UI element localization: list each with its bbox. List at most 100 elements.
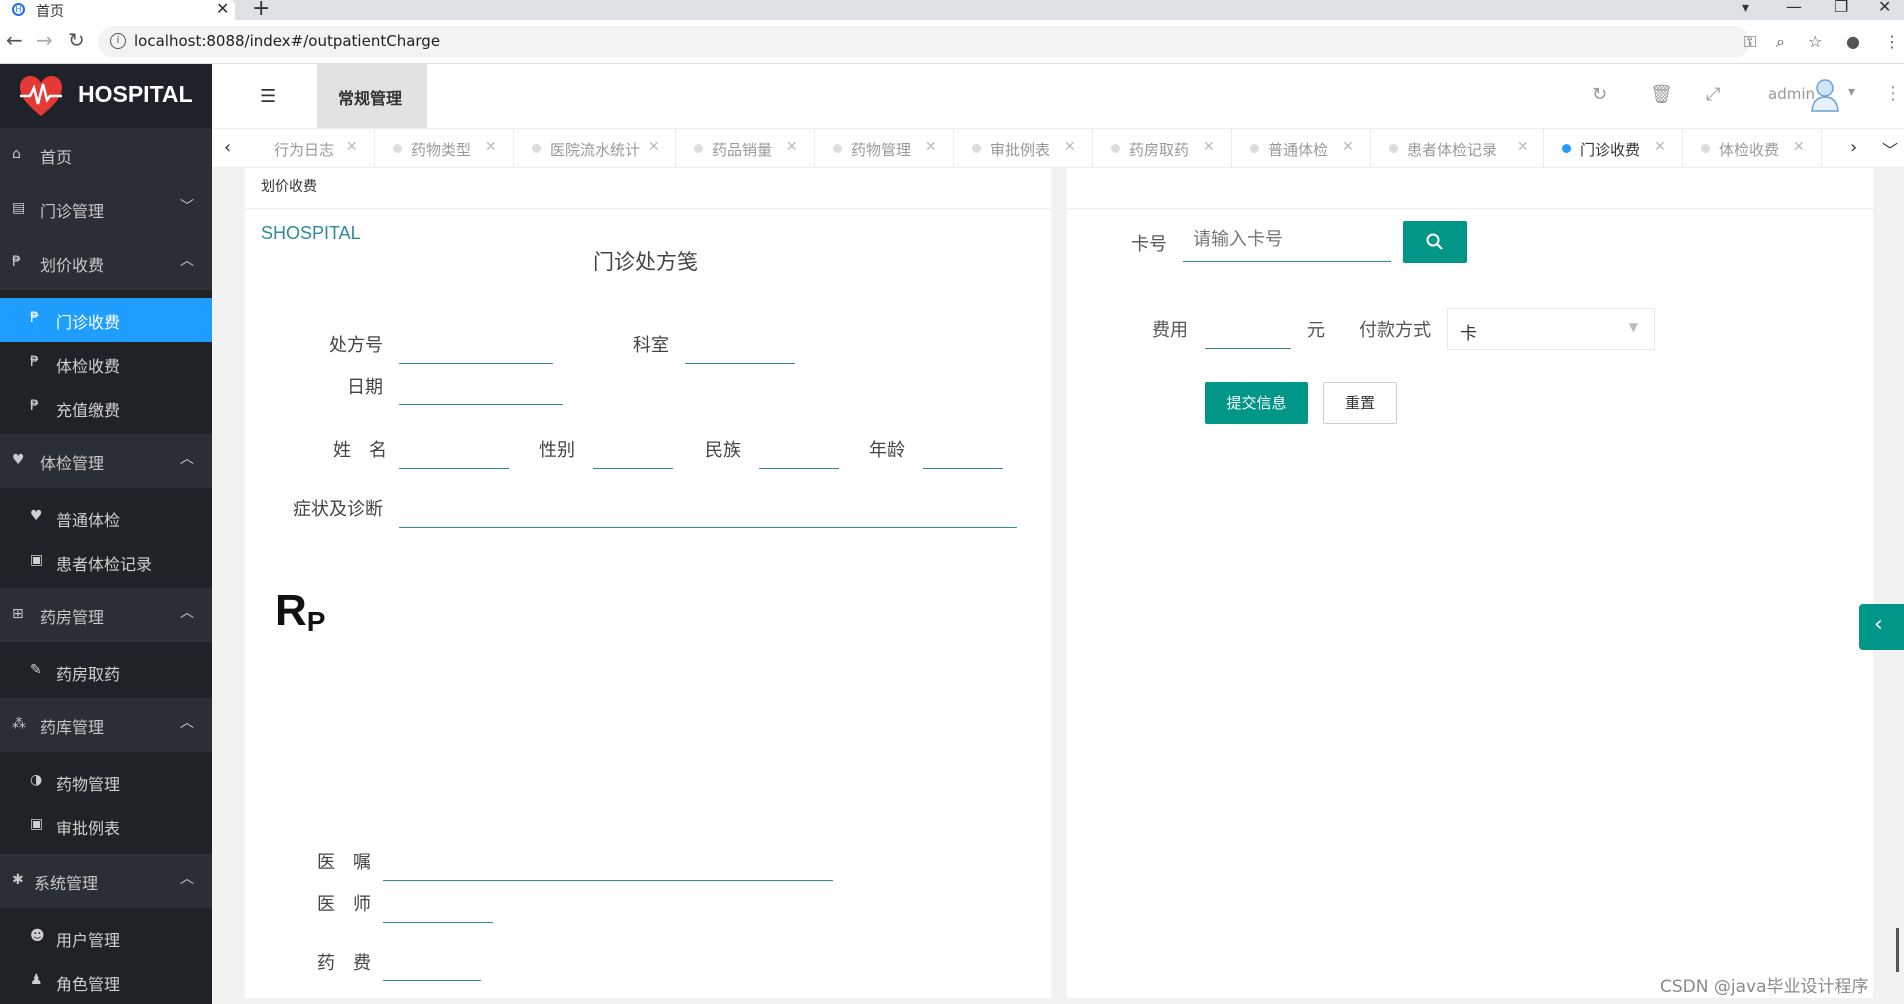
close-icon[interactable]: ✕ bbox=[346, 139, 358, 155]
submit-button[interactable]: 提交信息 bbox=[1205, 382, 1308, 424]
sidebar-group-warehouse[interactable]: ⁂ 药库管理 ︿ bbox=[0, 698, 212, 752]
tab-dot bbox=[1111, 144, 1120, 153]
zoom-icon[interactable]: ⌕ bbox=[1776, 32, 1785, 52]
browser-tab-bar: H 首页 ✕ + ▾ — ❐ ✕ bbox=[0, 0, 1904, 21]
close-icon[interactable]: ✕ bbox=[786, 139, 798, 155]
tab-drug-sales[interactable]: 药品销量 ✕ bbox=[676, 129, 815, 169]
tab-exam-records[interactable]: 患者体检记录 ✕ bbox=[1371, 129, 1544, 169]
sidebar-group-system[interactable]: ✱ 系统管理 ︿ bbox=[0, 854, 212, 908]
search-icon bbox=[1426, 233, 1443, 250]
department-field[interactable] bbox=[685, 363, 795, 364]
sidebar-group-outpatient[interactable]: ▤ 门诊管理 ﹀ bbox=[0, 182, 212, 236]
sidebar-item-roles[interactable]: ♟ 角色管理 bbox=[0, 960, 212, 1004]
age-label: 年龄 bbox=[869, 440, 905, 461]
tab-hospital-stats[interactable]: 医院流水统计 ✕ bbox=[514, 129, 676, 169]
username[interactable]: admin bbox=[1768, 85, 1815, 103]
fullscreen-icon[interactable]: ⤢ bbox=[1706, 84, 1720, 105]
tab-drug-types[interactable]: 药物类型 ✕ bbox=[375, 129, 514, 169]
age-field[interactable] bbox=[923, 468, 1003, 469]
billing-icon: ₱ bbox=[30, 310, 39, 326]
sidebar-group-pharmacy[interactable]: ⊞ 药房管理 ︿ bbox=[0, 588, 212, 642]
sidebar-item-users[interactable]: ☻ 用户管理 bbox=[0, 916, 212, 960]
tabs-scroll-right-icon[interactable]: › bbox=[1850, 137, 1857, 158]
tab-approval-list[interactable]: 审批例表 ✕ bbox=[954, 129, 1093, 169]
more-icon[interactable]: ⋮ bbox=[1884, 83, 1902, 104]
payment-method-select[interactable]: 卡 ▼ bbox=[1447, 308, 1655, 350]
sidebar-item-drug-management[interactable]: ◑ 药物管理 bbox=[0, 760, 212, 804]
fee-field[interactable] bbox=[383, 980, 481, 981]
tab-drug-management[interactable]: 药物管理 ✕ bbox=[815, 129, 954, 169]
menu-toggle-icon[interactable]: ☰ bbox=[260, 86, 276, 107]
search-button[interactable] bbox=[1403, 221, 1467, 263]
card-number-input[interactable] bbox=[1183, 218, 1391, 262]
tab-general-exam[interactable]: 普通体检 ✕ bbox=[1232, 129, 1371, 169]
breadcrumb: 划价收费 bbox=[261, 179, 317, 195]
tab-outpatient-charge[interactable]: 门诊收费 ✕ bbox=[1544, 129, 1683, 169]
date-field[interactable] bbox=[399, 404, 563, 405]
close-icon[interactable]: ✕ bbox=[1793, 139, 1805, 155]
user-dropdown-icon[interactable]: ▾ bbox=[1848, 84, 1855, 100]
close-tab-icon[interactable]: ✕ bbox=[216, 0, 229, 18]
scrollbar-thumb[interactable] bbox=[1896, 928, 1899, 972]
close-icon[interactable]: ✕ bbox=[648, 139, 660, 155]
sidebar-item-recharge[interactable]: ₱ 充值缴费 bbox=[0, 386, 212, 430]
sidebar-item-outpatient-charge[interactable]: ₱ 门诊收费 bbox=[0, 298, 212, 342]
doctor-field[interactable] bbox=[383, 922, 493, 923]
avatar[interactable] bbox=[1810, 78, 1840, 112]
close-icon[interactable]: ✕ bbox=[1064, 139, 1076, 155]
sidebar-item-approval-list[interactable]: ▣ 审批例表 bbox=[0, 804, 212, 848]
sidebar-group-billing[interactable]: ₱ 划价收费 ︿ bbox=[0, 236, 212, 290]
tab-exam-charge[interactable]: 体检收费 ✕ bbox=[1683, 129, 1822, 169]
advice-field[interactable] bbox=[383, 880, 833, 881]
name-field[interactable] bbox=[399, 468, 509, 469]
restore-icon[interactable]: ❐ bbox=[1834, 0, 1848, 16]
close-icon[interactable]: ✕ bbox=[1517, 139, 1529, 155]
tab-dispense[interactable]: 药房取药 ✕ bbox=[1093, 129, 1232, 169]
sidebar-group-exam[interactable]: ♥ 体检管理 ︿ bbox=[0, 434, 212, 488]
sidebar-item-dispense[interactable]: ✎ 药房取药 bbox=[0, 650, 212, 694]
close-icon[interactable]: ✕ bbox=[1342, 139, 1354, 155]
forward-icon[interactable]: → bbox=[36, 28, 53, 52]
rx-no-field[interactable] bbox=[399, 363, 553, 364]
fee-amount-field[interactable] bbox=[1205, 348, 1291, 349]
sidebar-item-general-exam[interactable]: ♥ 普通体检 bbox=[0, 496, 212, 540]
browser-menu-icon[interactable]: ⋮ bbox=[1884, 32, 1900, 51]
close-icon[interactable]: ✕ bbox=[1203, 139, 1215, 155]
refresh-icon[interactable]: ↻ bbox=[1592, 84, 1607, 105]
top-header: ☰ 常规管理 ↻ 🗑 ⤢ admin ▾ ⋮ bbox=[212, 64, 1904, 128]
page-tabs: ‹ 行为日志 ✕ 药物类型 ✕ 医院流水统计 ✕ 药品销量 ✕ 药物管理 ✕ 审… bbox=[212, 128, 1904, 169]
window-close-icon[interactable]: ✕ bbox=[1878, 0, 1891, 16]
tab-behavior-log[interactable]: 行为日志 ✕ bbox=[248, 129, 375, 169]
browser-tab[interactable]: H 首页 ✕ bbox=[0, 0, 235, 20]
back-icon[interactable]: ← bbox=[6, 28, 23, 52]
minimize-icon[interactable]: — bbox=[1786, 0, 1802, 16]
new-tab-icon[interactable]: + bbox=[252, 0, 270, 21]
close-icon[interactable]: ✕ bbox=[925, 139, 937, 155]
prescription-panel: 划价收费 SHOSPITAL 门诊处方笺 处方号 科室 日期 姓 名 性别 民族… bbox=[245, 168, 1051, 998]
gender-field[interactable] bbox=[593, 468, 673, 469]
profile-icon[interactable]: ● bbox=[1846, 32, 1860, 51]
bookmark-star-icon[interactable]: ☆ bbox=[1808, 32, 1822, 51]
sidebar-item-exam-charge[interactable]: ₱ 体检收费 bbox=[0, 342, 212, 386]
close-icon[interactable]: ✕ bbox=[1654, 139, 1666, 155]
tabs-dropdown-icon[interactable]: ﹀ bbox=[1882, 137, 1898, 161]
tabs-scroll-left-icon[interactable]: ‹ bbox=[224, 137, 231, 158]
reset-button[interactable]: 重置 bbox=[1323, 382, 1397, 424]
side-panel-toggle-button[interactable]: ‹ bbox=[1859, 604, 1904, 650]
profile-menu-icon[interactable]: ▾ bbox=[1742, 0, 1749, 16]
trash-icon[interactable]: 🗑 bbox=[1650, 84, 1673, 105]
site-info-icon[interactable]: i bbox=[110, 33, 126, 49]
tab-regular-management[interactable]: 常规管理 bbox=[317, 64, 427, 128]
key-icon[interactable]: ⚿ bbox=[1744, 32, 1756, 52]
logo-text: HOSPITAL bbox=[78, 81, 193, 107]
diagnosis-field[interactable] bbox=[399, 527, 1017, 528]
browser-tab-title: 首页 bbox=[36, 4, 64, 20]
heart-logo-icon bbox=[20, 76, 62, 116]
reload-icon[interactable]: ↻ bbox=[68, 28, 85, 52]
sidebar-item-exam-records[interactable]: ▣ 患者体检记录 bbox=[0, 540, 212, 584]
address-bar[interactable]: i localhost:8088/index#/outpatientCharge bbox=[98, 26, 1750, 58]
sidebar-item-home[interactable]: ⌂ 首页 bbox=[0, 128, 212, 182]
eyedropper-icon: ✎ bbox=[30, 662, 42, 678]
close-icon[interactable]: ✕ bbox=[485, 139, 497, 155]
ethnicity-field[interactable] bbox=[759, 468, 839, 469]
